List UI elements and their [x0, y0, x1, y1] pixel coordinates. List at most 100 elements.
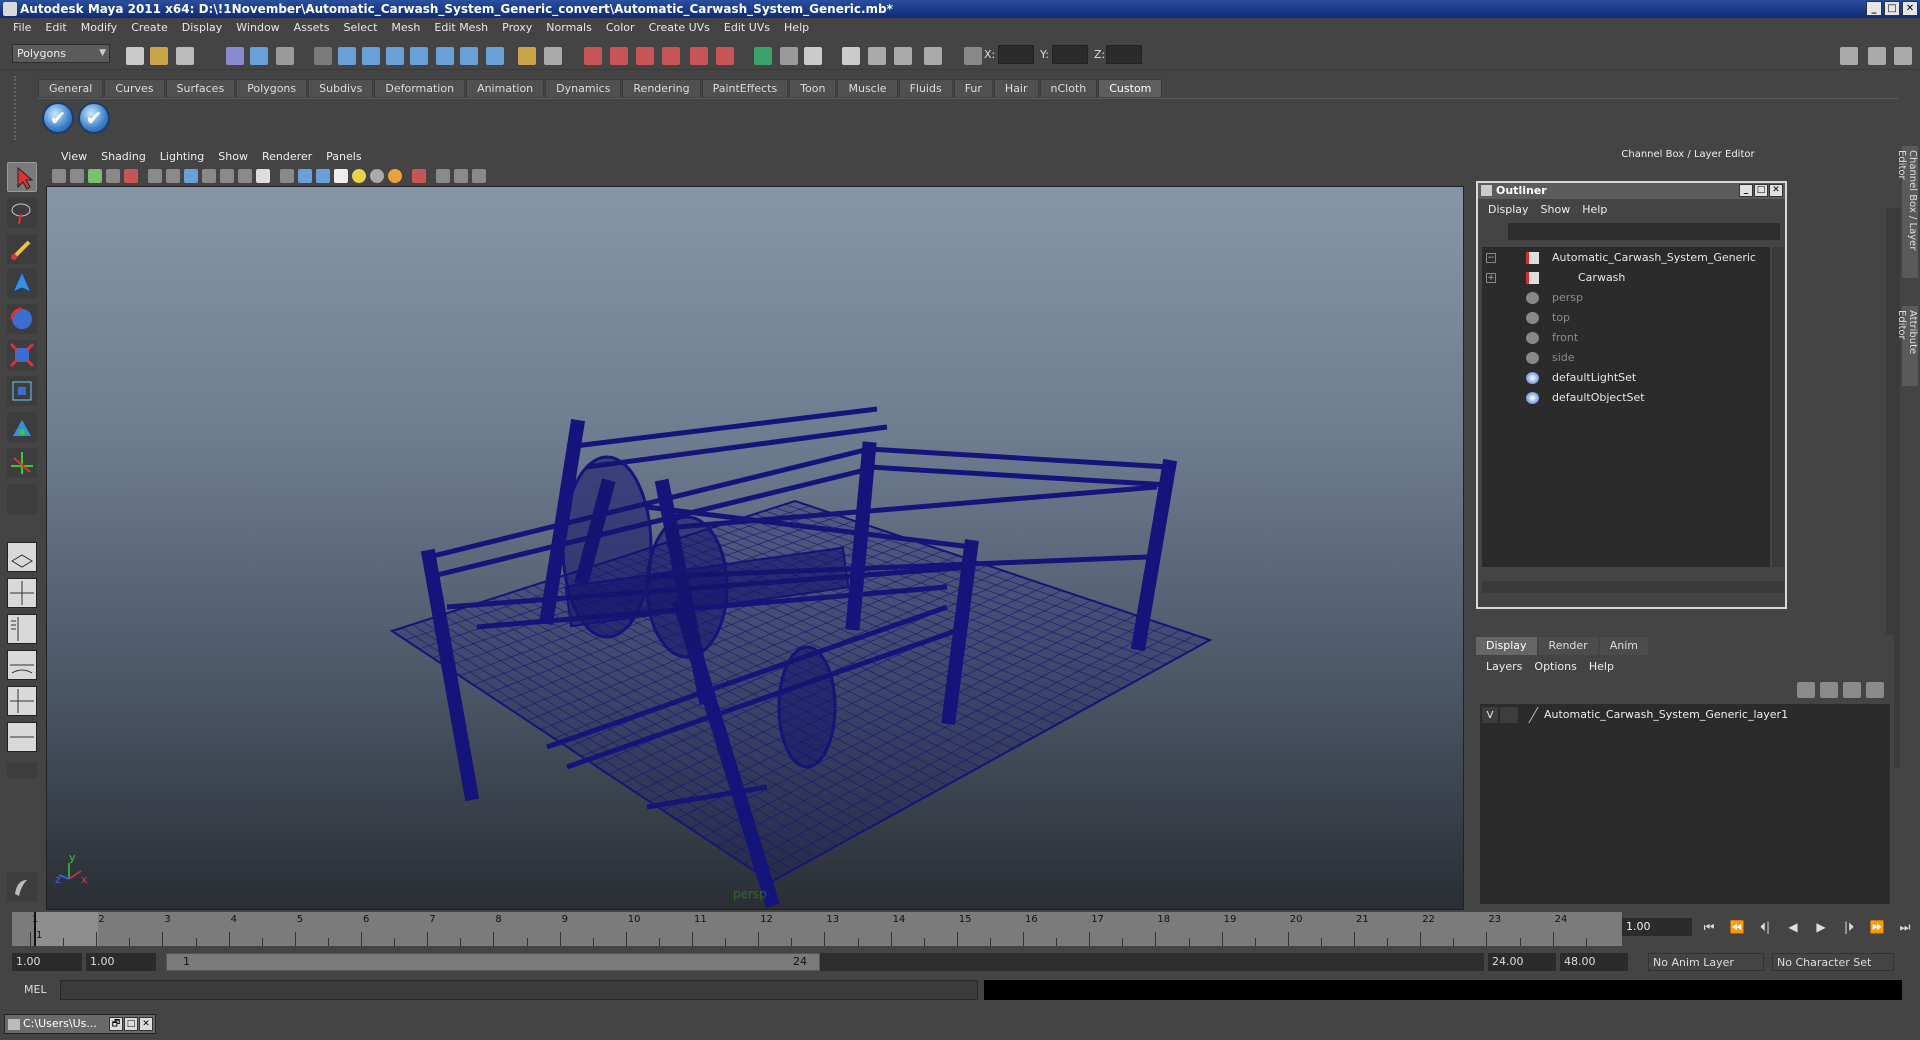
- menu-help[interactable]: Help: [777, 18, 816, 37]
- outliner-item[interactable]: defaultObjectSet: [1482, 389, 1770, 407]
- safe-action-icon[interactable]: [238, 169, 252, 183]
- xray-icon[interactable]: [436, 169, 450, 183]
- paint-select-tool-icon[interactable]: [7, 234, 37, 264]
- smooth-shade-icon[interactable]: [298, 169, 312, 183]
- outliner-maximize-button[interactable]: □: [1754, 184, 1768, 197]
- scale-tool-icon[interactable]: [7, 340, 37, 370]
- toggle-tool-settings-icon[interactable]: [1894, 47, 1912, 65]
- soft-modification-icon[interactable]: [7, 412, 37, 442]
- viewport-menu-lighting[interactable]: Lighting: [153, 148, 211, 166]
- lasso-tool-icon[interactable]: [7, 198, 37, 228]
- select-joints-icon[interactable]: [362, 47, 380, 65]
- outliner-item[interactable]: persp: [1482, 289, 1770, 307]
- character-set-dropdown[interactable]: No Character Set: [1772, 953, 1894, 971]
- new-scene-icon[interactable]: [126, 47, 144, 65]
- outliner-filter-field[interactable]: [1508, 223, 1780, 240]
- select-surfaces-icon[interactable]: [410, 47, 428, 65]
- isolate-select-icon[interactable]: [412, 169, 426, 183]
- grid-icon[interactable]: [148, 169, 162, 183]
- history-icon[interactable]: [716, 47, 734, 65]
- last-tool-icon[interactable]: [7, 484, 37, 514]
- xray-joints-icon[interactable]: [454, 169, 468, 183]
- shelf-tab-deformation[interactable]: Deformation: [374, 79, 466, 97]
- select-object-icon[interactable]: [250, 47, 268, 65]
- make-live-icon[interactable]: [690, 47, 708, 65]
- shelf-checkmark-icon-2[interactable]: ✔: [78, 102, 110, 134]
- film-gate-icon[interactable]: [166, 169, 180, 183]
- open-scene-icon[interactable]: [150, 47, 168, 65]
- layer-menu-help[interactable]: Help: [1583, 658, 1620, 676]
- xray-components-icon[interactable]: [472, 169, 486, 183]
- image-plane-icon[interactable]: [106, 169, 120, 183]
- lock-selection-icon[interactable]: [314, 47, 332, 65]
- select-rendering-icon[interactable]: [486, 47, 504, 65]
- move-layer-down-icon[interactable]: [1820, 682, 1838, 698]
- go-to-start-button[interactable]: ⏮: [1700, 920, 1718, 936]
- select-handles-icon[interactable]: [338, 47, 356, 65]
- x-field[interactable]: [998, 45, 1034, 64]
- animation-start-field[interactable]: 1.00: [12, 953, 82, 971]
- layer-color-swatch[interactable]: [1515, 707, 1539, 723]
- menu-window[interactable]: Window: [229, 18, 286, 37]
- shelf-tab-dynamics[interactable]: Dynamics: [545, 79, 622, 97]
- bookmark-icon[interactable]: [88, 169, 102, 183]
- collapse-icon[interactable]: −: [1486, 253, 1496, 263]
- select-deformations-icon[interactable]: [436, 47, 454, 65]
- four-view-layout-icon[interactable]: [7, 578, 37, 608]
- menu-color[interactable]: Color: [599, 18, 642, 37]
- range-slider[interactable]: 1 24: [166, 953, 1484, 971]
- menu-mesh[interactable]: Mesh: [384, 18, 427, 37]
- minimized-window[interactable]: C:\Users\Us... 🗗 □ ✕: [4, 1014, 156, 1034]
- lock-icon[interactable]: [544, 47, 562, 65]
- menu-edit-uvs[interactable]: Edit UVs: [717, 18, 777, 37]
- minimize-button[interactable]: _: [1866, 1, 1882, 16]
- menu-edit-mesh[interactable]: Edit Mesh: [427, 18, 495, 37]
- select-dynamics-icon[interactable]: [460, 47, 478, 65]
- step-back-frame-button[interactable]: ⏴|: [1756, 920, 1774, 936]
- close-button[interactable]: ✕: [1902, 1, 1918, 16]
- step-forward-frame-button[interactable]: |⏵: [1840, 920, 1858, 936]
- menu-proxy[interactable]: Proxy: [495, 18, 539, 37]
- move-layer-up-icon[interactable]: [1797, 682, 1815, 698]
- close-button[interactable]: ✕: [139, 1017, 153, 1031]
- snap-view-plane-icon[interactable]: [662, 47, 680, 65]
- layer-row[interactable]: V Automatic_Carwash_System_Generic_layer…: [1480, 706, 1890, 724]
- outliner-vertical-scrollbar[interactable]: [1772, 247, 1784, 567]
- menu-display[interactable]: Display: [175, 18, 230, 37]
- shelf-tab-subdivs[interactable]: Subdivs: [308, 79, 374, 97]
- toggle-channel-box-icon[interactable]: [1868, 47, 1886, 65]
- new-layer-icon[interactable]: [1843, 682, 1861, 698]
- persp-graph-layout-icon[interactable]: [7, 650, 37, 680]
- shelf-tab-fluids[interactable]: Fluids: [898, 79, 953, 97]
- move-tool-icon[interactable]: [7, 268, 37, 298]
- menu-create-uvs[interactable]: Create UVs: [642, 18, 717, 37]
- menu-modify[interactable]: Modify: [74, 18, 124, 37]
- play-backwards-button[interactable]: ◀: [1784, 920, 1802, 936]
- shelf-tab-surfaces[interactable]: Surfaces: [165, 79, 236, 97]
- select-camera-icon[interactable]: [52, 169, 66, 183]
- shelf-tab-painteffects[interactable]: PaintEffects: [701, 79, 789, 97]
- viewport-menu-panels[interactable]: Panels: [319, 148, 368, 166]
- render-view-icon[interactable]: [804, 47, 822, 65]
- construction-history-icon[interactable]: [780, 47, 798, 65]
- restore-button[interactable]: 🗗: [109, 1017, 123, 1031]
- play-forwards-button[interactable]: ▶: [1812, 920, 1830, 936]
- wireframe-on-shaded-icon[interactable]: [316, 169, 330, 183]
- snap-curve-icon[interactable]: [610, 47, 628, 65]
- ipr-render-icon[interactable]: [868, 47, 886, 65]
- save-scene-icon[interactable]: [176, 47, 194, 65]
- select-misc-icon[interactable]: [518, 47, 536, 65]
- viewport-menu-renderer[interactable]: Renderer: [255, 148, 319, 166]
- expand-icon[interactable]: +: [1486, 273, 1496, 283]
- shelf-tab-polygons[interactable]: Polygons: [236, 79, 308, 97]
- menu-create[interactable]: Create: [124, 18, 175, 37]
- toolbox-collapse-icon[interactable]: [7, 762, 37, 778]
- select-hierarchy-icon[interactable]: [226, 47, 244, 65]
- field-chart-icon[interactable]: [220, 169, 234, 183]
- command-input[interactable]: [60, 980, 978, 1000]
- shadows-icon[interactable]: [370, 169, 384, 183]
- playback-end-field[interactable]: 24.00: [1488, 953, 1556, 971]
- time-slider[interactable]: 1 1 2 3 4 5 6 7 8 9 10 11 12 13 14 15 16 17 18 19 20 21 22 23 2…: [12, 912, 1622, 946]
- y-field[interactable]: [1052, 45, 1088, 64]
- command-language-label[interactable]: MEL: [24, 983, 47, 996]
